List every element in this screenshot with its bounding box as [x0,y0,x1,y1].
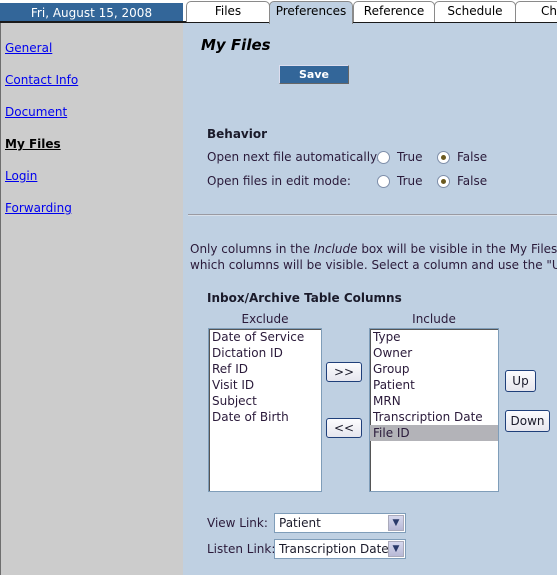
behavior-title: Behavior [207,127,268,141]
include-option[interactable]: Type [370,329,498,345]
open-edit-mode-false-label: False [457,174,488,188]
include-option[interactable]: MRN [370,393,498,409]
include-option[interactable]: Owner [370,345,498,361]
info-text-line2: which columns will be visible. Select a … [190,258,557,272]
exclude-listbox[interactable]: Date of Service Dictation ID Ref ID Visit I… [208,328,322,492]
sidebar-item-document[interactable]: Document [5,105,67,119]
exclude-option[interactable]: Dictation ID [209,345,321,361]
info-text-include-emphasis: Include [313,242,358,256]
tab-schedule[interactable]: Schedule [434,1,516,22]
tab-files[interactable]: Files [186,1,270,22]
sidebar-item-general[interactable]: General [5,41,52,55]
sidebar-item-contact-info[interactable]: Contact Info [5,73,78,87]
save-button[interactable]: Save [279,65,349,84]
open-edit-mode-true-label: True [397,174,423,188]
sidebar-item-my-files[interactable]: My Files [5,137,61,151]
exclude-heading: Exclude [241,312,289,326]
exclude-option[interactable]: Date of Birth [209,409,321,425]
date-display: Fri, August 15, 2008 [0,3,183,23]
open-next-file-false-label: False [457,150,488,164]
view-link-value: Patient [279,516,321,530]
include-option[interactable]: Group [370,361,498,377]
listen-link-select[interactable]: Transcription Date ▼ [274,539,406,559]
add-column-button[interactable]: >> [326,362,362,382]
tab-preferences[interactable]: Preferences [269,1,353,24]
exclude-option[interactable]: Ref ID [209,361,321,377]
include-option[interactable]: Transcription Date [370,409,498,425]
exclude-option[interactable]: Date of Service [209,329,321,345]
exclude-option[interactable]: Visit ID [209,377,321,393]
info-text-suffix: box will be visible in the My Files sec [361,242,557,256]
tab-reference[interactable]: Reference [353,1,435,22]
main-content: My Files Save Behavior Open next file au… [183,23,557,575]
open-next-file-true-label: True [397,150,423,164]
exclude-option[interactable]: Subject [209,393,321,409]
listen-link-label: Listen Link: [207,542,276,556]
remove-column-button[interactable]: << [326,418,362,438]
section-divider [188,214,557,216]
chevron-down-icon[interactable]: ▼ [388,515,404,531]
columns-title: Inbox/Archive Table Columns [207,291,402,305]
open-edit-mode-false-radio[interactable] [437,175,450,188]
sidebar: General Contact Info Document My Files L… [0,23,183,575]
listen-link-value: Transcription Date [279,542,389,556]
open-next-file-label: Open next file automatically: [207,150,381,164]
move-up-button[interactable]: Up [505,370,536,392]
info-text-prefix: Only columns in the [190,242,314,256]
sidebar-item-forwarding[interactable]: Forwarding [5,201,72,215]
view-link-label: View Link: [207,516,268,530]
move-down-button[interactable]: Down [505,410,550,432]
include-listbox[interactable]: Type Owner Group Patient MRN Transcription Da… [369,328,499,492]
chevron-down-icon[interactable]: ▼ [388,541,404,557]
view-link-select[interactable]: Patient ▼ [274,513,406,533]
open-next-file-true-radio[interactable] [377,151,390,164]
open-edit-mode-label: Open files in edit mode: [207,174,351,188]
open-edit-mode-true-radio[interactable] [377,175,390,188]
page-title: My Files [201,36,271,54]
columns-info-text: Only columns in the Include box will be … [190,241,557,273]
tab-cha[interactable]: Cha [515,1,557,22]
sidebar-item-login[interactable]: Login [5,169,37,183]
include-option[interactable]: File ID [370,425,498,441]
include-option[interactable]: Patient [370,377,498,393]
include-heading: Include [412,312,456,326]
open-next-file-false-radio[interactable] [437,151,450,164]
